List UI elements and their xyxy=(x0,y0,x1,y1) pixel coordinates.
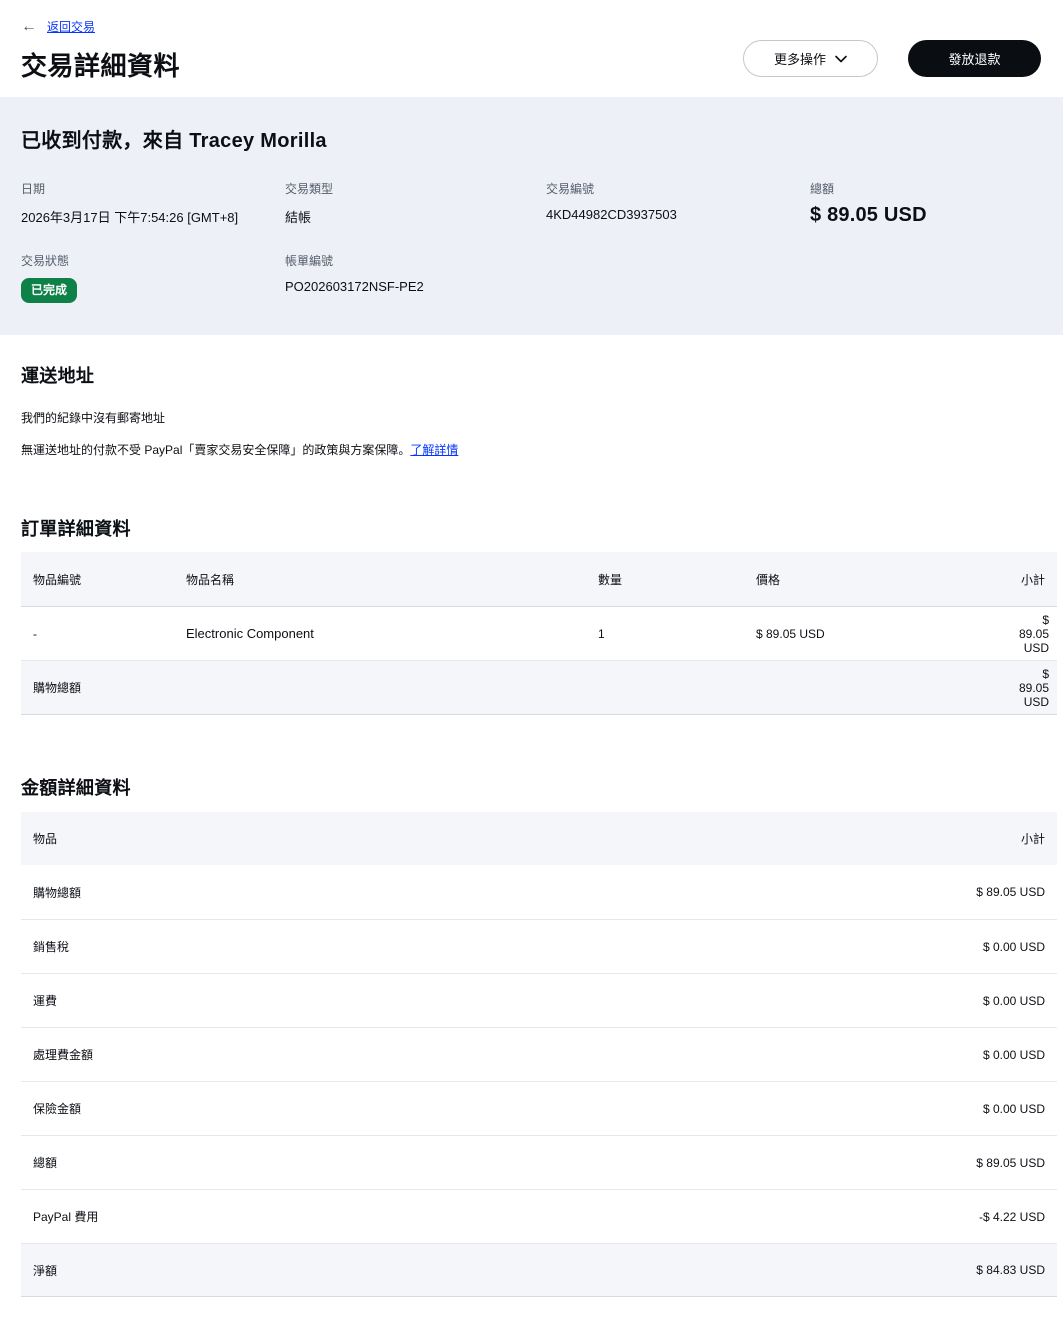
amount-row-value: $ 0.00 USD xyxy=(983,1102,1045,1116)
more-actions-label: 更多操作 xyxy=(774,49,826,68)
payment-heading: 已收到付款，來自 Tracey Morilla xyxy=(21,124,1042,153)
back-navigation: ← 返回交易 xyxy=(21,18,1041,35)
amount-row-value: $ 89.05 USD xyxy=(976,1156,1045,1170)
amount-row-label: 銷售稅 xyxy=(33,938,69,955)
col-subtotal: 小計 xyxy=(1021,830,1045,847)
shipping-no-address-text: 我們的紀錄中沒有郵寄地址 xyxy=(21,409,1042,426)
amount-row-shipping-fee: 運費 $ 0.00 USD xyxy=(21,973,1057,1027)
more-actions-button[interactable]: 更多操作 xyxy=(743,40,878,77)
status-badge: 已完成 xyxy=(21,278,77,303)
purchase-total-value: $ 89.05 USD xyxy=(1019,667,1049,709)
order-details-table: 物品編號 物品名稱 數量 價格 小計 - Electronic Componen… xyxy=(21,552,1057,715)
subtotal-cell: $ 89.05 USD xyxy=(1019,613,1049,655)
amount-row-purchase-total: 購物總額 $ 89.05 USD xyxy=(21,865,1057,919)
amount-details-heading: 金額詳細資料 xyxy=(21,774,1057,800)
amount-table-header: 物品 小計 xyxy=(21,812,1057,865)
table-row: - Electronic Component 1 $ 89.05 USD $ 8… xyxy=(21,607,1057,661)
order-table-header: 物品編號 物品名稱 數量 價格 小計 xyxy=(21,552,1057,607)
invoice-id-label: 帳單編號 xyxy=(285,252,546,269)
amount-row-label: 保險金額 xyxy=(33,1100,81,1117)
amount-row-value: $ 0.00 USD xyxy=(983,940,1045,954)
field-transaction-type: 交易類型 結帳 xyxy=(285,180,546,227)
amount-row-total: 總額 $ 89.05 USD xyxy=(21,1135,1057,1189)
amount-row-label: PayPal 費用 xyxy=(33,1208,98,1225)
field-date: 日期 2026年3月17日 下午7:54:26 [GMT+8] xyxy=(21,180,285,227)
amount-row-label: 運費 xyxy=(33,992,57,1009)
shipping-heading: 運送地址 xyxy=(21,362,1042,388)
field-transaction-status: 交易狀態 已完成 xyxy=(21,252,285,303)
order-table-footer: 購物總額 $ 89.05 USD xyxy=(21,661,1057,715)
col-quantity: 數量 xyxy=(598,571,756,588)
total-value: $ 89.05 USD xyxy=(810,204,1042,227)
col-item-name: 物品名稱 xyxy=(186,571,598,588)
quantity-cell: 1 xyxy=(598,627,756,641)
issue-refund-button[interactable]: 發放退款 xyxy=(908,40,1041,77)
amount-row-value: -$ 4.22 USD xyxy=(979,1210,1045,1224)
date-label: 日期 xyxy=(21,180,285,197)
total-label: 總額 xyxy=(810,180,1042,197)
transaction-status-label: 交易狀態 xyxy=(21,252,285,269)
price-cell: $ 89.05 USD xyxy=(756,627,1019,641)
amount-row-net: 淨額 $ 84.83 USD xyxy=(21,1243,1057,1297)
payment-fields-grid: 日期 2026年3月17日 下午7:54:26 [GMT+8] 交易類型 結帳 … xyxy=(21,180,1042,303)
purchase-total-label: 購物總額 xyxy=(33,679,1019,696)
order-details-heading: 訂單詳細資料 xyxy=(21,515,1057,541)
col-subtotal: 小計 xyxy=(1019,571,1045,588)
order-details-section: 訂單詳細資料 物品編號 物品名稱 數量 價格 小計 - Electronic C… xyxy=(0,515,1063,715)
learn-more-link[interactable]: 了解詳情 xyxy=(410,443,458,457)
field-transaction-id: 交易編號 4KD44982CD3937503 xyxy=(546,180,810,227)
back-to-transactions-link[interactable]: 返回交易 xyxy=(47,18,95,35)
shipping-protection-note: 無運送地址的付款不受 PayPal「賣家交易安全保障」的政策與方案保障。 xyxy=(21,443,410,457)
payment-summary-section: 已收到付款，來自 Tracey Morilla 日期 2026年3月17日 下午… xyxy=(0,97,1063,335)
col-item-number: 物品編號 xyxy=(33,571,186,588)
amount-row-value: $ 0.00 USD xyxy=(983,1048,1045,1062)
transaction-id-value: 4KD44982CD3937503 xyxy=(546,207,810,222)
amount-row-handling-fee: 處理費金額 $ 0.00 USD xyxy=(21,1027,1057,1081)
back-arrow-icon[interactable]: ← xyxy=(21,19,37,35)
amount-row-label: 總額 xyxy=(33,1154,57,1171)
amount-row-label: 處理費金額 xyxy=(33,1046,93,1063)
transaction-details-page: ← 返回交易 交易詳細資料 更多操作 發放退款 已收到付款，來自 Tracey … xyxy=(0,0,1063,1317)
amount-details-section: 金額詳細資料 物品 小計 購物總額 $ 89.05 USD 銷售稅 $ 0.00… xyxy=(0,774,1063,1317)
page-header: ← 返回交易 交易詳細資料 更多操作 發放退款 xyxy=(0,0,1063,97)
field-invoice-id: 帳單編號 PO202603172NSF-PE2 xyxy=(285,252,546,303)
item-name-cell: Electronic Component xyxy=(186,626,598,641)
shipping-protection-text: 無運送地址的付款不受 PayPal「賣家交易安全保障」的政策與方案保障。了解詳情 xyxy=(21,441,1042,458)
amount-row-paypal-fee: PayPal 費用 -$ 4.22 USD xyxy=(21,1189,1057,1243)
transaction-type-value: 結帳 xyxy=(285,207,546,226)
net-amount-label: 淨額 xyxy=(33,1262,57,1279)
transaction-type-label: 交易類型 xyxy=(285,180,546,197)
shipping-address-section: 運送地址 我們的紀錄中沒有郵寄地址 無運送地址的付款不受 PayPal「賣家交易… xyxy=(0,335,1063,458)
col-price: 價格 xyxy=(756,571,1019,588)
amount-row-label: 購物總額 xyxy=(33,884,81,901)
item-number-cell: - xyxy=(33,627,186,641)
invoice-id-value: PO202603172NSF-PE2 xyxy=(285,279,546,294)
amount-row-insurance: 保險金額 $ 0.00 USD xyxy=(21,1081,1057,1135)
col-item: 物品 xyxy=(33,830,57,847)
amount-row-sales-tax: 銷售稅 $ 0.00 USD xyxy=(21,919,1057,973)
chevron-down-icon xyxy=(835,55,847,63)
amount-details-table: 物品 小計 購物總額 $ 89.05 USD 銷售稅 $ 0.00 USD 運費… xyxy=(21,812,1057,1297)
net-amount-value: $ 84.83 USD xyxy=(976,1263,1045,1277)
amount-row-value: $ 0.00 USD xyxy=(983,994,1045,1008)
amount-row-value: $ 89.05 USD xyxy=(976,885,1045,899)
header-actions: 更多操作 發放退款 xyxy=(743,40,1041,77)
transaction-id-label: 交易編號 xyxy=(546,180,810,197)
field-total: 總額 $ 89.05 USD xyxy=(810,180,1042,227)
date-value: 2026年3月17日 下午7:54:26 [GMT+8] xyxy=(21,207,285,226)
